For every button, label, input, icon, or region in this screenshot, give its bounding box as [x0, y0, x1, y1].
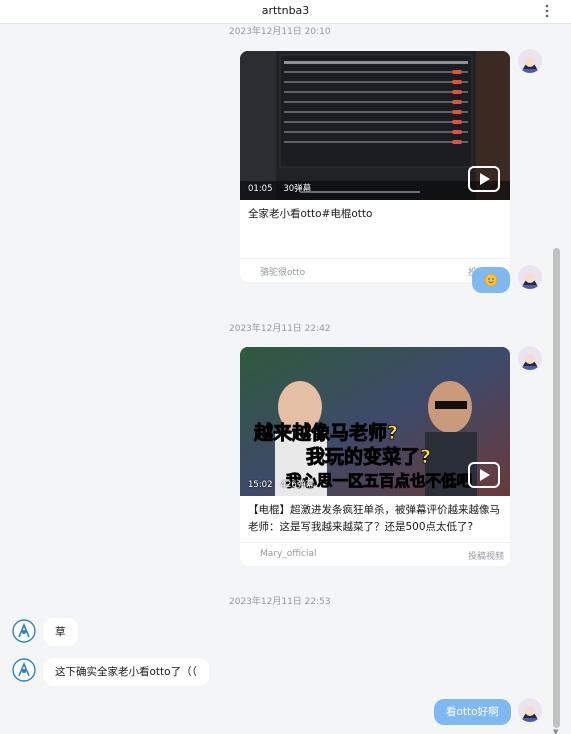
- play-icon[interactable]: [468, 166, 500, 192]
- uploader-name: 骆驼很otto: [260, 268, 306, 278]
- play-icon[interactable]: [468, 462, 500, 488]
- video-duration: 15:02 426弹幕: [248, 480, 314, 490]
- video-title: 全家老小看otto#电棍otto: [248, 208, 373, 220]
- video-card[interactable]: 越来越像马老师? 我玩的变菜了? 我心思一区五百点也不低吧 15:02 426弹…: [240, 347, 510, 566]
- avatar[interactable]: [12, 619, 36, 643]
- scrollbar[interactable]: ▼: [551, 24, 571, 734]
- video-title: 【电棍】超激进发条疯狂单杀，被弹幕评价越来越像马老师：这是写我越来越菜了？还是5…: [248, 504, 500, 533]
- video-thumbnail: 01:05 30弹幕: [240, 51, 510, 200]
- more-options-icon[interactable]: [539, 3, 555, 19]
- timestamp: 2023年12月11日 22:42: [229, 324, 331, 334]
- contact-logo-icon: [12, 658, 36, 682]
- smile-emoji-icon: [484, 273, 498, 287]
- avatar[interactable]: [12, 658, 36, 682]
- overlay-line-1: 越来越像马老师?: [253, 421, 398, 444]
- message-bubble-right[interactable]: [472, 267, 510, 293]
- chat-title: arttnba3: [261, 4, 310, 17]
- contact-logo-icon: [12, 619, 36, 643]
- overlay-line-2: 我玩的变菜了?: [306, 445, 431, 468]
- avatar[interactable]: [518, 698, 542, 722]
- timestamp: 2023年12月11日 22:53: [229, 597, 331, 607]
- avatar[interactable]: [518, 265, 542, 289]
- card-footer: Mary_official 投稿视频: [240, 542, 510, 566]
- avatar[interactable]: [518, 346, 542, 370]
- message-bubble-left[interactable]: 草: [43, 618, 78, 646]
- message-bubble-right[interactable]: 看otto好啊: [434, 699, 511, 725]
- card-footer: 骆驼很otto 投稿视频: [240, 258, 510, 282]
- uploader-name: Mary_official: [260, 549, 317, 559]
- scroll-down-arrow-icon[interactable]: ▼: [553, 728, 558, 734]
- scrollbar-thumb[interactable]: [553, 248, 560, 728]
- message-list[interactable]: 2023年12月11日 20:10 01:05 30弹幕 全家老小看otto#电…: [0, 24, 551, 734]
- video-thumbnail: 越来越像马老师? 我玩的变菜了? 我心思一区五百点也不低吧 15:02 426弹…: [240, 347, 510, 496]
- source-label: 投稿视频: [467, 552, 504, 562]
- chat-header: arttnba3: [0, 0, 571, 24]
- avatar[interactable]: [518, 49, 542, 73]
- message-bubble-left[interactable]: 这下确实全家老小看otto了（（: [43, 658, 209, 686]
- video-duration: 01:05 30弹幕: [248, 184, 312, 194]
- timestamp: 2023年12月11日 20:10: [229, 27, 331, 37]
- video-card[interactable]: 01:05 30弹幕 全家老小看otto#电棍otto 骆驼很otto 投稿视频: [240, 51, 510, 282]
